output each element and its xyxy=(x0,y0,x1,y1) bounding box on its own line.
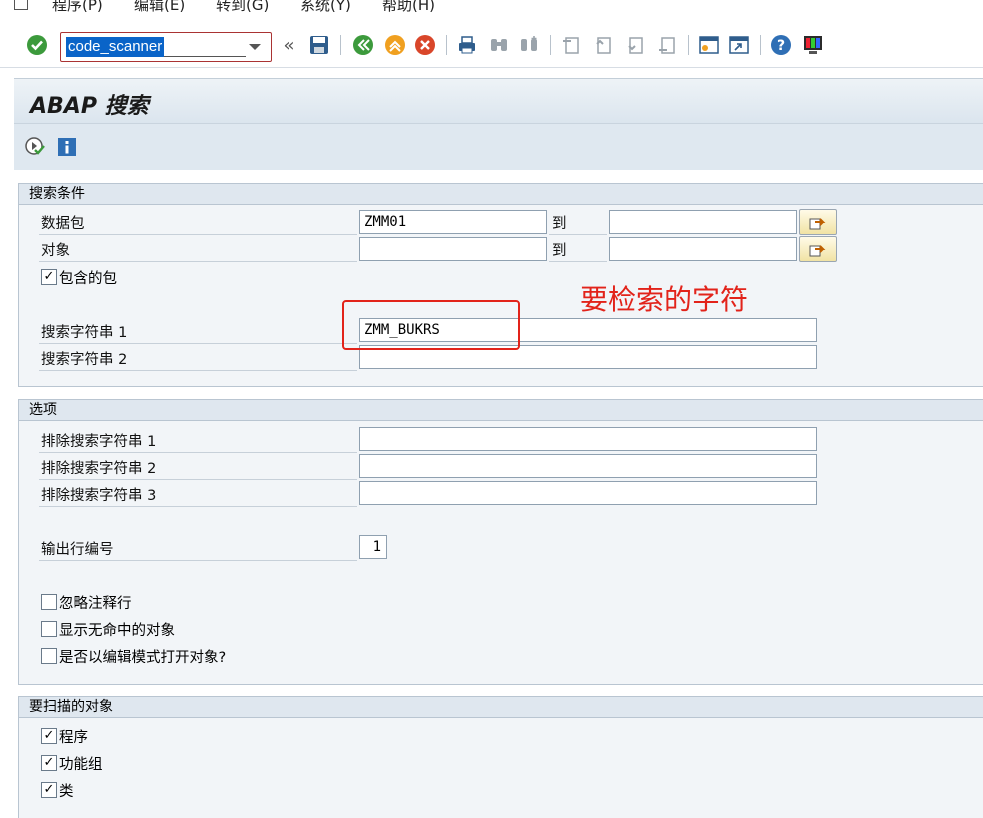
group-options: 选项 排除搜索字符串 1 排除搜索字符串 2 排除搜索字符串 3 输出行编号 1… xyxy=(18,399,983,685)
menu-document-icon[interactable] xyxy=(14,0,28,10)
package-to-input[interactable] xyxy=(609,210,797,234)
ignore-comments-label: 忽略注释行 xyxy=(59,596,132,612)
execute-icon[interactable] xyxy=(24,136,46,158)
group-scan-objects: 要扫描的对象 ✓ 程序 ✓ 功能组 ✓ 类 xyxy=(18,696,983,818)
menu-system[interactable]: 系统(Y) xyxy=(300,0,351,15)
command-field-value: code_scanner xyxy=(66,37,165,57)
exclude-string-2-input[interactable] xyxy=(359,454,817,478)
title-area: ABAP 搜索 xyxy=(14,78,983,170)
edit-mode-checkbox[interactable] xyxy=(41,648,57,664)
command-dropdown-icon[interactable] xyxy=(249,44,261,50)
application-toolbar xyxy=(14,125,983,171)
collapse-command-icon[interactable]: « xyxy=(278,34,300,56)
find-icon[interactable] xyxy=(488,34,510,56)
customize-layout-icon[interactable] xyxy=(802,34,824,56)
exit-icon[interactable] xyxy=(384,34,406,56)
group-options-title: 选项 xyxy=(19,400,983,421)
show-no-hits-label: 显示无命中的对象 xyxy=(59,623,175,639)
include-packages-checkbox[interactable]: ✓ xyxy=(41,269,57,285)
ignore-comments-checkbox[interactable] xyxy=(41,594,57,610)
multiple-selection-arrow-icon xyxy=(809,245,826,257)
back-icon[interactable] xyxy=(352,34,374,56)
shortcut-icon[interactable] xyxy=(728,34,750,56)
search-string-2-label: 搜索字符串 2 xyxy=(41,352,128,368)
function-group-label: 功能组 xyxy=(59,757,103,773)
object-from-input[interactable] xyxy=(359,237,547,261)
multiple-selection-arrow-icon xyxy=(809,218,826,230)
create-session-icon[interactable] xyxy=(698,34,720,56)
class-checkbox[interactable]: ✓ xyxy=(41,782,57,798)
to-label-1: 到 xyxy=(552,216,567,232)
last-page-icon[interactable] xyxy=(656,34,678,56)
menu-program[interactable]: 程序(P) xyxy=(52,0,103,15)
package-from-input[interactable]: ZMM01 xyxy=(359,210,547,234)
package-label: 数据包 xyxy=(41,216,85,232)
to-label-2: 到 xyxy=(552,243,567,259)
object-label: 对象 xyxy=(41,243,70,259)
exclude-string-3-label: 排除搜索字符串 3 xyxy=(41,488,157,504)
program-checkbox[interactable]: ✓ xyxy=(41,728,57,744)
group-search-criteria: 搜索条件 数据包 ZMM01 到 对象 到 ✓ 包含的包 搜索字符串 1 ZMM… xyxy=(18,183,983,387)
cancel-icon[interactable] xyxy=(414,34,436,56)
include-packages-label: 包含的包 xyxy=(59,271,117,287)
program-label: 程序 xyxy=(59,730,88,746)
annotation-text: 要检索的字符 xyxy=(580,283,749,316)
print-icon[interactable] xyxy=(456,34,478,56)
menu-help[interactable]: 帮助(H) xyxy=(382,0,435,15)
previous-page-icon[interactable] xyxy=(592,34,614,56)
menu-goto[interactable]: 转到(G) xyxy=(216,0,269,15)
menu-edit[interactable]: 编辑(E) xyxy=(134,0,185,15)
show-no-hits-checkbox[interactable] xyxy=(41,621,57,637)
enter-check-icon[interactable] xyxy=(26,34,48,56)
command-field-box[interactable]: code_scanner xyxy=(60,32,272,62)
help-icon[interactable]: ? xyxy=(770,34,792,56)
group-scan-objects-title: 要扫描的对象 xyxy=(19,697,983,718)
edit-mode-label: 是否以编辑模式打开对象? xyxy=(59,650,227,666)
exclude-string-1-input[interactable] xyxy=(359,427,817,451)
package-multiple-selection-button[interactable] xyxy=(799,209,837,235)
next-page-icon[interactable] xyxy=(624,34,646,56)
svg-text:?: ? xyxy=(777,38,785,54)
info-icon[interactable] xyxy=(56,136,78,158)
page-title: ABAP 搜索 xyxy=(30,94,149,119)
menu-bar: 程序(P) 编辑(E) 转到(G) 系统(Y) 帮助(H) xyxy=(0,0,983,22)
standard-toolbar: code_scanner « ? xyxy=(0,22,983,68)
title-bar: ABAP 搜索 xyxy=(14,79,983,124)
find-next-icon[interactable] xyxy=(518,34,540,56)
output-line-number-label: 输出行编号 xyxy=(41,542,114,558)
exclude-string-3-input[interactable] xyxy=(359,481,817,505)
search-string-1-label: 搜索字符串 1 xyxy=(41,325,128,341)
function-group-checkbox[interactable]: ✓ xyxy=(41,755,57,771)
object-multiple-selection-button[interactable] xyxy=(799,236,837,262)
exclude-string-1-label: 排除搜索字符串 1 xyxy=(41,434,157,450)
exclude-string-2-label: 排除搜索字符串 2 xyxy=(41,461,157,477)
save-icon[interactable] xyxy=(308,34,330,56)
annotation-highlight-box xyxy=(342,300,520,350)
object-to-input[interactable] xyxy=(609,237,797,261)
command-field[interactable]: code_scanner xyxy=(66,37,246,57)
class-label: 类 xyxy=(59,784,74,800)
group-search-criteria-title: 搜索条件 xyxy=(19,184,983,205)
output-line-number-input[interactable]: 1 xyxy=(359,535,387,559)
first-page-icon[interactable] xyxy=(560,34,582,56)
